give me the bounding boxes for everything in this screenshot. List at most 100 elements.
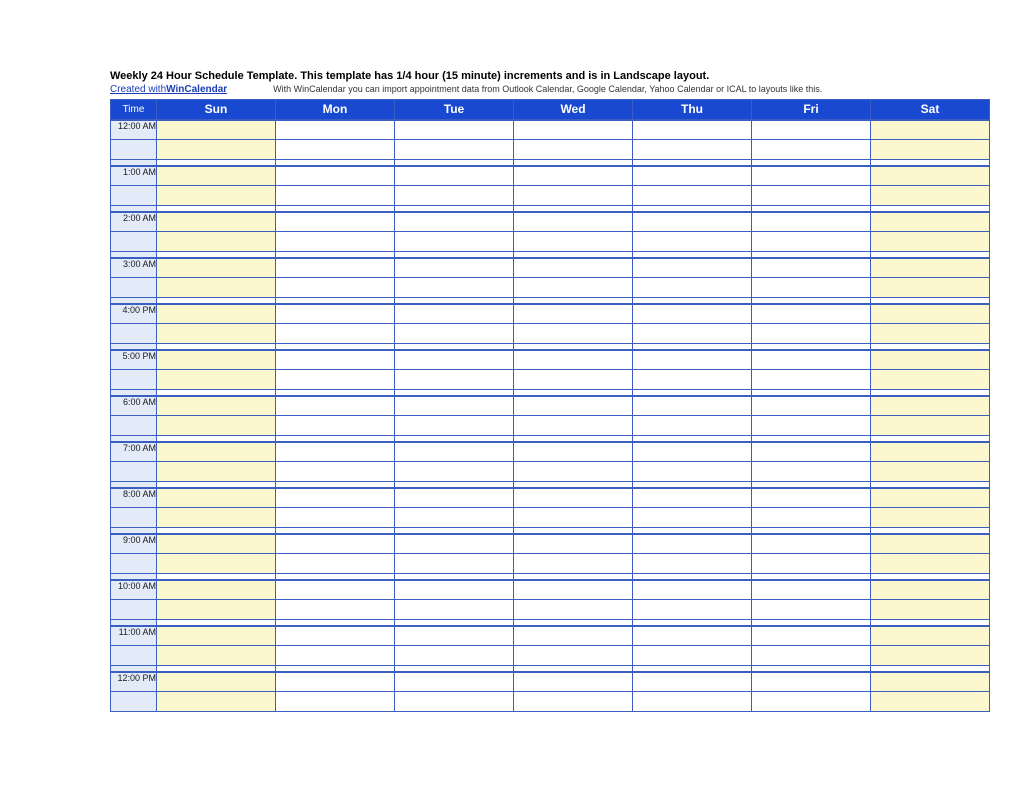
schedule-cell[interactable] [871,626,990,646]
schedule-cell[interactable] [157,120,276,140]
schedule-cell[interactable] [871,232,990,252]
schedule-cell[interactable] [514,416,633,436]
schedule-cell[interactable] [633,304,752,324]
schedule-cell[interactable] [514,442,633,462]
schedule-cell[interactable] [157,370,276,390]
schedule-cell[interactable] [871,186,990,206]
schedule-cell[interactable] [871,350,990,370]
schedule-cell[interactable] [514,278,633,298]
schedule-cell[interactable] [633,186,752,206]
schedule-cell[interactable] [752,442,871,462]
schedule-cell[interactable] [752,692,871,712]
schedule-cell[interactable] [157,396,276,416]
schedule-cell[interactable] [752,350,871,370]
schedule-cell[interactable] [633,534,752,554]
schedule-cell[interactable] [157,442,276,462]
schedule-cell[interactable] [752,534,871,554]
schedule-cell[interactable] [395,554,514,574]
schedule-cell[interactable] [633,350,752,370]
schedule-cell[interactable] [871,212,990,232]
schedule-cell[interactable] [276,232,395,252]
schedule-cell[interactable] [395,626,514,646]
schedule-cell[interactable] [157,324,276,344]
schedule-cell[interactable] [514,120,633,140]
schedule-cell[interactable] [157,534,276,554]
schedule-cell[interactable] [157,462,276,482]
schedule-cell[interactable] [752,304,871,324]
schedule-cell[interactable] [276,304,395,324]
schedule-cell[interactable] [514,166,633,186]
schedule-cell[interactable] [633,140,752,160]
schedule-cell[interactable] [633,166,752,186]
schedule-cell[interactable] [395,212,514,232]
schedule-cell[interactable] [395,140,514,160]
schedule-cell[interactable] [514,462,633,482]
schedule-cell[interactable] [157,508,276,528]
schedule-cell[interactable] [395,508,514,528]
schedule-cell[interactable] [752,580,871,600]
schedule-cell[interactable] [752,462,871,482]
schedule-cell[interactable] [514,646,633,666]
schedule-cell[interactable] [276,370,395,390]
schedule-cell[interactable] [157,232,276,252]
schedule-cell[interactable] [157,488,276,508]
schedule-cell[interactable] [871,258,990,278]
schedule-cell[interactable] [871,554,990,574]
schedule-cell[interactable] [395,396,514,416]
schedule-cell[interactable] [752,488,871,508]
schedule-cell[interactable] [276,462,395,482]
schedule-cell[interactable] [157,304,276,324]
schedule-cell[interactable] [514,186,633,206]
schedule-cell[interactable] [752,258,871,278]
schedule-cell[interactable] [633,626,752,646]
schedule-cell[interactable] [633,672,752,692]
schedule-cell[interactable] [871,488,990,508]
schedule-cell[interactable] [395,488,514,508]
schedule-cell[interactable] [276,534,395,554]
schedule-cell[interactable] [871,508,990,528]
schedule-cell[interactable] [633,600,752,620]
schedule-cell[interactable] [514,580,633,600]
schedule-cell[interactable] [514,396,633,416]
schedule-cell[interactable] [752,396,871,416]
schedule-cell[interactable] [157,416,276,436]
schedule-cell[interactable] [276,278,395,298]
schedule-cell[interactable] [752,140,871,160]
schedule-cell[interactable] [752,232,871,252]
schedule-cell[interactable] [633,278,752,298]
schedule-cell[interactable] [395,462,514,482]
schedule-cell[interactable] [276,488,395,508]
schedule-cell[interactable] [514,212,633,232]
schedule-cell[interactable] [633,212,752,232]
schedule-cell[interactable] [752,278,871,298]
schedule-cell[interactable] [276,508,395,528]
schedule-cell[interactable] [752,370,871,390]
schedule-cell[interactable] [752,626,871,646]
schedule-cell[interactable] [752,646,871,666]
schedule-cell[interactable] [514,600,633,620]
schedule-cell[interactable] [633,258,752,278]
schedule-cell[interactable] [514,350,633,370]
schedule-cell[interactable] [276,442,395,462]
schedule-cell[interactable] [276,416,395,436]
schedule-cell[interactable] [276,120,395,140]
schedule-cell[interactable] [871,370,990,390]
schedule-cell[interactable] [395,646,514,666]
schedule-cell[interactable] [395,580,514,600]
schedule-cell[interactable] [514,370,633,390]
schedule-cell[interactable] [752,166,871,186]
schedule-cell[interactable] [633,462,752,482]
schedule-cell[interactable] [395,442,514,462]
schedule-cell[interactable] [633,120,752,140]
schedule-cell[interactable] [395,350,514,370]
schedule-cell[interactable] [752,186,871,206]
schedule-cell[interactable] [157,166,276,186]
wincalendar-link[interactable]: WinCalendar [166,84,227,95]
schedule-cell[interactable] [157,672,276,692]
schedule-cell[interactable] [276,350,395,370]
schedule-cell[interactable] [514,258,633,278]
schedule-cell[interactable] [276,396,395,416]
schedule-cell[interactable] [514,232,633,252]
schedule-cell[interactable] [395,600,514,620]
schedule-cell[interactable] [752,324,871,344]
